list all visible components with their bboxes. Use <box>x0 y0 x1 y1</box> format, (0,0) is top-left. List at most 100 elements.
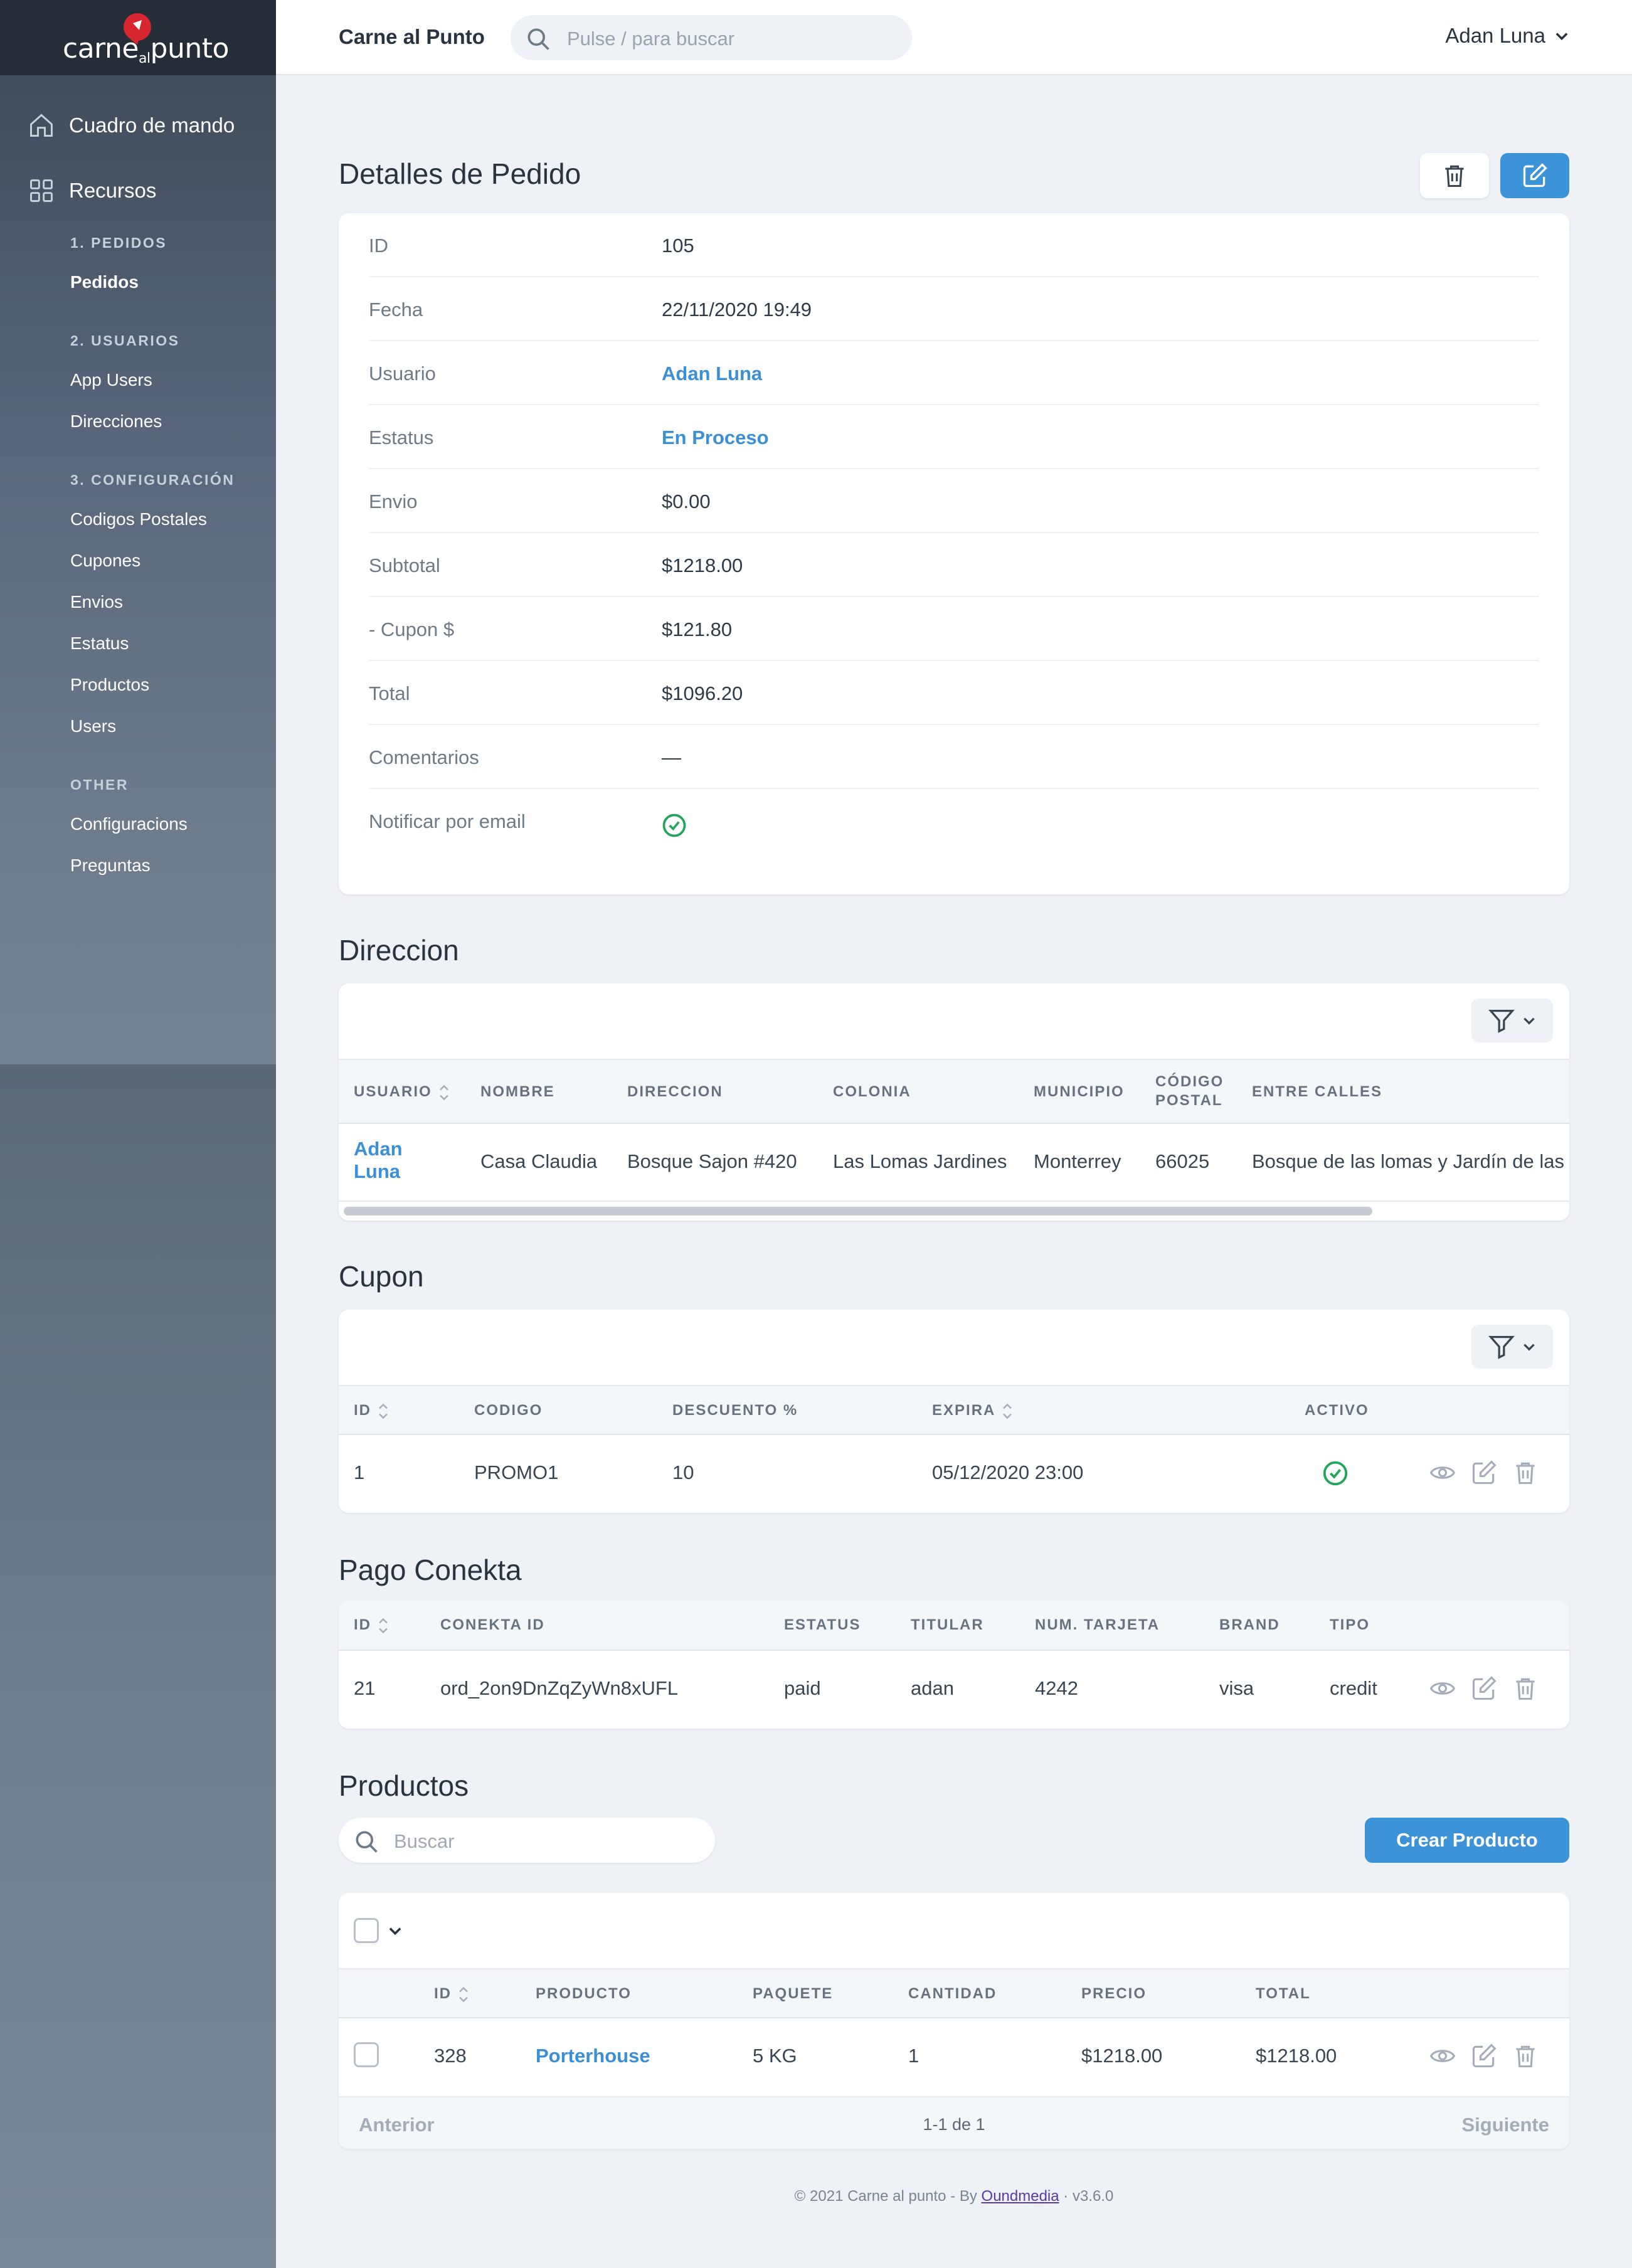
sidebar-item-configuracions[interactable]: Configuracions <box>70 814 188 834</box>
cell-titular: adan <box>911 1677 954 1699</box>
user-menu[interactable]: Adan Luna <box>1445 24 1571 48</box>
detail-row-notificar: Notificar por email <box>369 789 1539 853</box>
column-header-tipo: TIPO <box>1330 1616 1370 1633</box>
sidebar-item-preguntas[interactable]: Preguntas <box>70 856 151 876</box>
column-header-id[interactable]: ID <box>354 1616 390 1635</box>
column-header-id[interactable]: ID <box>354 1401 390 1421</box>
sidebar-item-app-users[interactable]: App Users <box>70 370 152 390</box>
pagination-next-button[interactable]: Siguiente <box>1461 2114 1549 2136</box>
nav-group-heading-pedidos: 1. PEDIDOS <box>70 235 167 251</box>
detail-row-total: Total $1096.20 <box>369 661 1539 725</box>
page-title: Detalles de Pedido <box>339 157 581 190</box>
sidebar-item-pedidos[interactable]: Pedidos <box>70 272 139 292</box>
check-circle-icon <box>662 813 686 837</box>
trash-icon[interactable] <box>1512 1459 1539 1486</box>
sidebar-item-direcciones[interactable]: Direcciones <box>70 411 162 432</box>
sidebar-panel <box>0 0 276 1064</box>
filter-icon <box>1488 1336 1515 1359</box>
select-all-checkbox[interactable] <box>354 1918 379 1943</box>
column-header-colonia: COLONIA <box>833 1083 911 1100</box>
footer-version: · v3.6.0 <box>1059 2188 1114 2205</box>
sort-icon <box>439 1084 448 1100</box>
chevron-down-icon[interactable] <box>386 1922 404 1939</box>
column-header-codigo-postal: CÓDIGO POSTAL <box>1155 1073 1224 1109</box>
search-placeholder: Pulse / para buscar <box>567 28 735 50</box>
sort-icon <box>379 1618 388 1633</box>
detail-row-envio: Envio $0.00 <box>369 469 1539 533</box>
global-search-input[interactable]: Pulse / para buscar <box>511 15 912 60</box>
column-header-total: TOTAL <box>1256 1985 1311 2002</box>
create-product-button[interactable]: Crear Producto <box>1365 1818 1569 1863</box>
edit-icon[interactable] <box>1470 1459 1498 1486</box>
filter-button[interactable] <box>1471 1325 1553 1369</box>
sidebar-item-users[interactable]: Users <box>70 716 116 736</box>
trash-icon[interactable] <box>1512 1675 1539 1702</box>
cell-paquete: 5 KG <box>753 2045 797 2067</box>
section-title-pago: Pago Conekta <box>339 1554 522 1586</box>
column-header-id[interactable]: ID <box>434 1984 470 2004</box>
view-eye-icon[interactable] <box>1429 1675 1456 1702</box>
column-header-producto: PRODUCTO <box>536 1985 632 2002</box>
cupon-card: ID CODIGO DESCUENTO % EXPIRA ACTIVO 1 PR… <box>339 1310 1569 1513</box>
brand-bar[interactable]: carnealpunto <box>0 0 276 75</box>
chevron-down-icon <box>1523 1017 1535 1025</box>
cell-descuento: 10 <box>672 1461 694 1483</box>
cell-codigo: PROMO1 <box>474 1461 559 1483</box>
footer-link[interactable]: Oundmedia <box>982 2188 1059 2205</box>
sidebar-item-envios[interactable]: Envios <box>70 592 123 612</box>
cell-id: 328 <box>434 2045 467 2067</box>
column-header-conekta-id: CONEKTA ID <box>440 1616 545 1633</box>
column-header-brand: BRAND <box>1219 1616 1280 1633</box>
trash-icon[interactable] <box>1512 2042 1539 2070</box>
nav-group-heading-configuracion: 3. CONFIGURACIÓN <box>70 472 235 488</box>
sidebar-item-estatus[interactable]: Estatus <box>70 633 129 654</box>
view-eye-icon[interactable] <box>1429 1459 1456 1486</box>
filter-button[interactable] <box>1471 999 1553 1042</box>
edit-icon[interactable] <box>1470 2042 1498 2070</box>
cell-municipio: Monterrey <box>1034 1150 1121 1172</box>
edit-button[interactable] <box>1500 153 1569 198</box>
delete-button[interactable] <box>1420 153 1489 198</box>
trash-icon <box>1445 165 1464 188</box>
estatus-link[interactable]: En Proceso <box>662 427 769 449</box>
search-icon <box>527 28 549 50</box>
pagination-count: 1-1 de 1 <box>923 2115 985 2134</box>
productos-search-input[interactable]: Buscar <box>339 1818 715 1863</box>
nav-group-heading-other: OTHER <box>70 776 129 793</box>
column-header-titular: TITULAR <box>911 1616 984 1633</box>
sidebar-item-productos[interactable]: Productos <box>70 675 149 695</box>
row-divider <box>339 1200 1569 1202</box>
sidebar-item-codigos-postales[interactable]: Codigos Postales <box>70 509 207 529</box>
column-header-expira[interactable]: EXPIRA <box>932 1401 1014 1421</box>
sidebar-item-cupones[interactable]: Cupones <box>70 551 140 571</box>
nav-resources[interactable]: Recursos <box>28 177 156 204</box>
cell-expira: 05/12/2020 23:00 <box>932 1461 1084 1483</box>
cell-nombre: Casa Claudia <box>480 1150 598 1172</box>
column-header-num-tarjeta: NUM. TARJETA <box>1035 1616 1160 1633</box>
user-name: Adan Luna <box>1445 24 1545 47</box>
product-link[interactable]: Porterhouse <box>536 2045 650 2067</box>
cell-cantidad: 1 <box>908 2045 919 2067</box>
usuario-link[interactable]: Adan Luna <box>662 363 762 385</box>
column-header-codigo: CODIGO <box>474 1402 543 1419</box>
cell-colonia: Las Lomas Jardines <box>833 1150 1007 1172</box>
horizontal-scrollbar[interactable] <box>344 1207 1372 1216</box>
row-checkbox[interactable] <box>354 2042 379 2067</box>
cell-entre-calles: Bosque de las lomas y Jardín de las <box>1252 1150 1564 1172</box>
row-usuario-link[interactable]: Adan Luna <box>354 1138 403 1183</box>
column-header-usuario[interactable]: USUARIO <box>354 1083 451 1102</box>
section-title-productos: Productos <box>339 1769 469 1802</box>
app-name[interactable]: Carne al Punto <box>339 25 485 49</box>
chevron-down-icon <box>1555 33 1568 41</box>
search-placeholder: Buscar <box>394 1830 455 1852</box>
nav-group-heading-usuarios: 2. USUARIOS <box>70 332 180 349</box>
column-header-entre-calles: ENTRE CALLES <box>1252 1083 1383 1100</box>
detail-row-comentarios: Comentarios — <box>369 725 1539 789</box>
cell-total: $1218.00 <box>1256 2045 1337 2067</box>
view-eye-icon[interactable] <box>1429 2042 1456 2070</box>
details-card: ID 105 Fecha 22/11/2020 19:49 Usuario Adan … <box>339 213 1569 894</box>
nav-dashboard[interactable]: Cuadro de mando <box>28 112 235 139</box>
column-header-direccion: DIRECCION <box>627 1083 723 1100</box>
edit-icon[interactable] <box>1470 1675 1498 1702</box>
cell-codigo-postal: 66025 <box>1155 1150 1210 1172</box>
